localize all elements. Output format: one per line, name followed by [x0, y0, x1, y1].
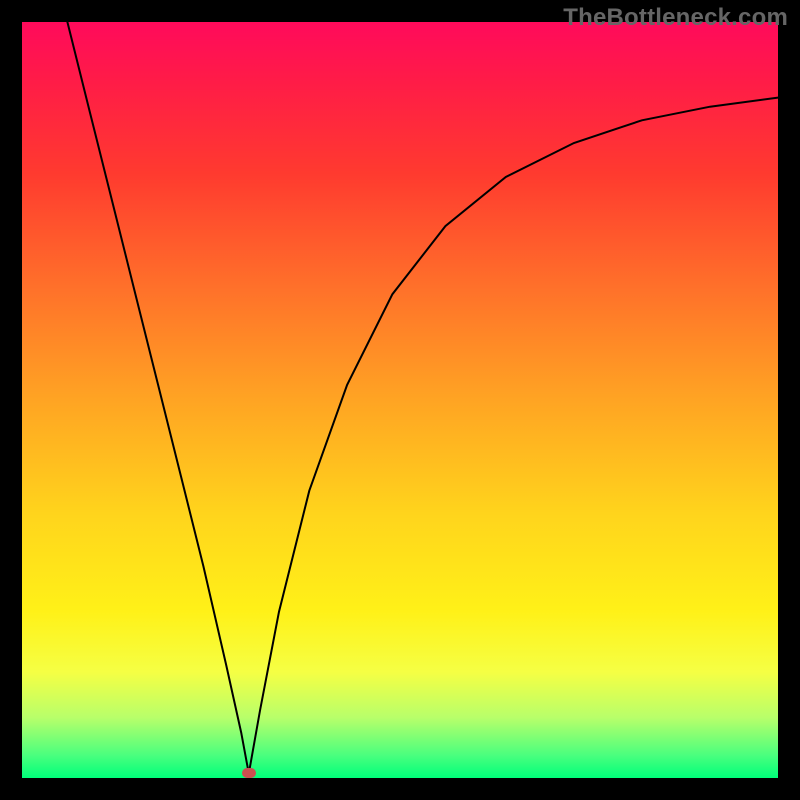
plot-area: [22, 22, 778, 778]
bottleneck-curve: [22, 22, 778, 778]
bottleneck-marker: [242, 768, 256, 778]
chart-frame: TheBottleneck.com: [0, 0, 800, 800]
watermark-text: TheBottleneck.com: [563, 4, 788, 32]
